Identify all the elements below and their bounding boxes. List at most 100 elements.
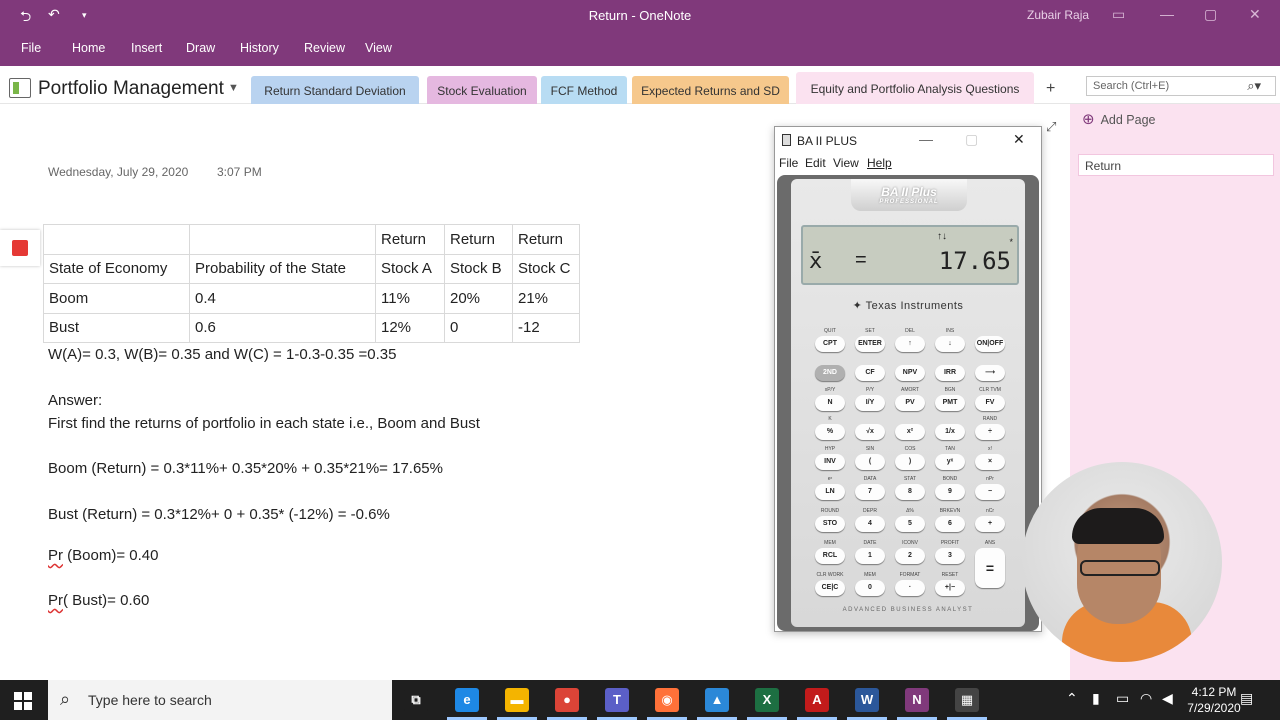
menu-draw[interactable]: Draw — [186, 41, 215, 55]
calc-key[interactable]: ON|OFF — [975, 336, 1005, 352]
onenote-icon[interactable]: N — [905, 688, 929, 712]
stop-recording-icon[interactable] — [0, 230, 40, 266]
calc-key[interactable]: 3 — [935, 548, 965, 564]
notification-icon[interactable]: ▤ — [1240, 690, 1253, 707]
chevron-down-icon[interactable]: ▼ — [228, 82, 239, 94]
tab-fcf-method[interactable]: FCF Method — [541, 76, 627, 104]
table-cell[interactable]: 21% — [512, 283, 580, 314]
calc-key[interactable]: INV — [815, 454, 845, 470]
table-cell[interactable]: Return — [375, 224, 445, 255]
calc-key[interactable]: ENTER — [855, 336, 885, 352]
calc-menu-file[interactable]: File — [779, 156, 798, 170]
calc-key[interactable]: CPT — [815, 336, 845, 352]
calc-menu-edit[interactable]: Edit — [805, 156, 826, 170]
instruction-text[interactable]: First find the returns of portfolio in e… — [48, 415, 480, 432]
menu-review[interactable]: Review — [304, 41, 345, 55]
calc-menu-help[interactable]: Help — [867, 156, 892, 170]
tab-expected-returns-and-sd[interactable]: Expected Returns and SD — [632, 76, 789, 104]
table-cell[interactable] — [189, 224, 376, 255]
word-icon[interactable]: W — [855, 688, 879, 712]
windows-start-icon[interactable] — [14, 692, 32, 710]
calc-key[interactable]: CE|C — [815, 580, 845, 596]
battery-icon[interactable]: ▭ — [1116, 690, 1129, 707]
calc-key[interactable]: IRR — [935, 365, 965, 381]
table-cell[interactable]: 20% — [444, 283, 513, 314]
boom-return-text[interactable]: Boom (Return) = 0.3*11%+ 0.35*20% + 0.35… — [48, 460, 443, 477]
search-icon[interactable]: ⌕▾ — [1247, 78, 1261, 94]
menu-history[interactable]: History — [240, 41, 279, 55]
notebook-icon[interactable] — [9, 78, 31, 98]
search-input[interactable]: Search (Ctrl+E) ⌕▾ — [1086, 76, 1276, 96]
table-cell[interactable]: Probability of the State — [189, 253, 376, 284]
calc-key[interactable]: +|− — [935, 580, 965, 596]
calc-key[interactable]: − — [975, 484, 1005, 500]
pr-bust-text[interactable]: Pr( Bust)= 0.60 — [48, 592, 149, 609]
tab-equity-and-portfolio-analysis-questions[interactable]: Equity and Portfolio Analysis Questions — [796, 72, 1034, 104]
calc-key[interactable]: 5 — [895, 516, 925, 532]
calc-key[interactable]: RCL — [815, 548, 845, 564]
table-cell[interactable]: 12% — [375, 312, 445, 343]
table-cell[interactable]: Stock B — [444, 253, 513, 284]
maximize-icon[interactable]: ▢ — [1204, 6, 1217, 23]
calculator-icon[interactable]: ▦ — [955, 688, 979, 712]
acrobat-icon[interactable]: A — [805, 688, 829, 712]
calculator-title-bar[interactable]: BA II PLUS — ▢ ✕ — [775, 127, 1041, 153]
calc-key[interactable]: √x — [855, 424, 885, 440]
calc-key[interactable]: N — [815, 395, 845, 411]
minimize-icon[interactable]: — — [919, 131, 933, 147]
menu-home[interactable]: Home — [72, 41, 105, 55]
calc-key[interactable]: 9 — [935, 484, 965, 500]
calc-key[interactable]: = — [975, 548, 1005, 588]
calc-key[interactable]: 2ND — [815, 365, 845, 381]
calc-key[interactable]: 0 — [855, 580, 885, 596]
table-cell[interactable]: 0.4 — [189, 283, 376, 314]
pr-boom-text[interactable]: Pr (Boom)= 0.40 — [48, 547, 158, 564]
calc-key[interactable]: STO — [815, 516, 845, 532]
chrome-icon[interactable]: ● — [555, 688, 579, 712]
calc-key[interactable]: PMT — [935, 395, 965, 411]
edge-icon[interactable]: e — [455, 688, 479, 712]
answer-label[interactable]: Answer: — [48, 392, 102, 409]
calc-key[interactable]: 6 — [935, 516, 965, 532]
file-explorer-icon[interactable]: ▬ — [505, 688, 529, 712]
calc-key[interactable]: + — [975, 516, 1005, 532]
firefox-icon[interactable]: ◉ — [655, 688, 679, 712]
task-view-icon[interactable]: ⧉ — [404, 688, 428, 712]
calc-key[interactable]: ) — [895, 454, 925, 470]
calc-key[interactable]: LN — [815, 484, 845, 500]
table-cell[interactable]: Stock A — [375, 253, 445, 284]
teams-icon[interactable]: T — [605, 688, 629, 712]
excel-icon[interactable]: X — [755, 688, 779, 712]
add-page-button[interactable]: ⊕ Add Page — [1082, 110, 1156, 128]
notebook-title[interactable]: Portfolio Management — [38, 78, 224, 100]
close-icon[interactable]: ✕ — [1249, 6, 1261, 23]
menu-view[interactable]: View — [365, 41, 392, 55]
minimize-icon[interactable]: — — [1160, 6, 1174, 22]
ribbon-display-icon[interactable]: ▭ — [1112, 6, 1125, 23]
table-cell[interactable]: Stock C — [512, 253, 580, 284]
calc-key[interactable]: ⟶ — [975, 365, 1005, 381]
taskbar-search-input[interactable]: ⌕ Type here to search — [48, 680, 392, 720]
menu-insert[interactable]: Insert — [131, 41, 162, 55]
volume-icon[interactable]: ◀ — [1162, 690, 1173, 707]
calc-key[interactable]: PV — [895, 395, 925, 411]
calc-key[interactable]: CF — [855, 365, 885, 381]
calc-key[interactable]: 4 — [855, 516, 885, 532]
weights-text[interactable]: W(A)= 0.3, W(B)= 0.35 and W(C) = 1-0.3-0… — [48, 346, 396, 363]
table-cell[interactable]: Return — [512, 224, 580, 255]
close-icon[interactable]: ✕ — [1013, 131, 1025, 148]
bust-return-text[interactable]: Bust (Return) = 0.3*12%+ 0 + 0.35* (-12%… — [48, 506, 390, 523]
taskbar-clock[interactable]: 4:12 PM 7/29/2020 — [1186, 684, 1242, 716]
calc-key[interactable]: % — [815, 424, 845, 440]
calc-key[interactable]: × — [975, 454, 1005, 470]
table-cell[interactable]: State of Economy — [43, 253, 190, 284]
calc-key[interactable]: ÷ — [975, 424, 1005, 440]
calc-key[interactable]: 1 — [855, 548, 885, 564]
calc-key[interactable]: ↓ — [935, 336, 965, 352]
expand-icon[interactable]: ⤢ — [1046, 119, 1056, 135]
photos-icon[interactable]: ▲ — [705, 688, 729, 712]
table-cell[interactable] — [43, 224, 190, 255]
table-cell[interactable]: 11% — [375, 283, 445, 314]
calc-key[interactable]: FV — [975, 395, 1005, 411]
tab-return-standard-deviation[interactable]: Return Standard Deviation — [251, 76, 419, 104]
